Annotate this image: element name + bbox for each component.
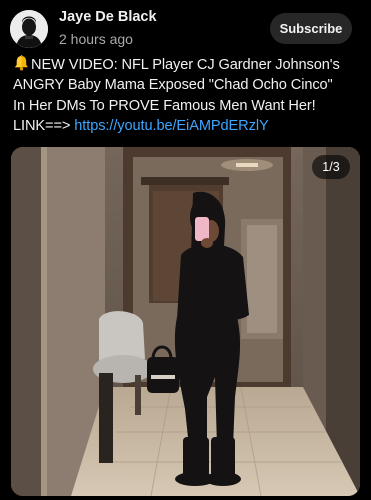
image-counter: 1/3 bbox=[312, 155, 350, 179]
avatar-portrait bbox=[10, 10, 48, 48]
post-timestamp: 2 hours ago bbox=[59, 31, 133, 47]
channel-name[interactable]: Jaye De Black bbox=[59, 9, 157, 25]
post-text: NEW VIDEO: NFL Player CJ Gardner Johnson… bbox=[13, 55, 365, 136]
post-text-line-4: LINK==> bbox=[13, 117, 75, 134]
video-link[interactable]: https://youtu.be/EiAMPdERzlY bbox=[74, 118, 268, 134]
post-text-line-2: ANGRY Baby Mama Exposed "Chad Ocho Cinco… bbox=[13, 77, 333, 94]
post-image[interactable]: 1/3 bbox=[11, 147, 360, 496]
post-text-line-1: NEW VIDEO: NFL Player CJ Gardner Johnson… bbox=[31, 57, 340, 73]
post-header: Jaye De Black 2 hours ago Subscribe bbox=[0, 0, 371, 56]
bell-icon bbox=[13, 55, 30, 71]
mirror-selfie-photo bbox=[11, 147, 360, 496]
subscribe-button[interactable]: Subscribe bbox=[270, 13, 352, 44]
channel-avatar[interactable] bbox=[10, 10, 48, 48]
post-text-line-3: In Her DMs To PROVE Famous Men Want Her! bbox=[13, 97, 316, 114]
